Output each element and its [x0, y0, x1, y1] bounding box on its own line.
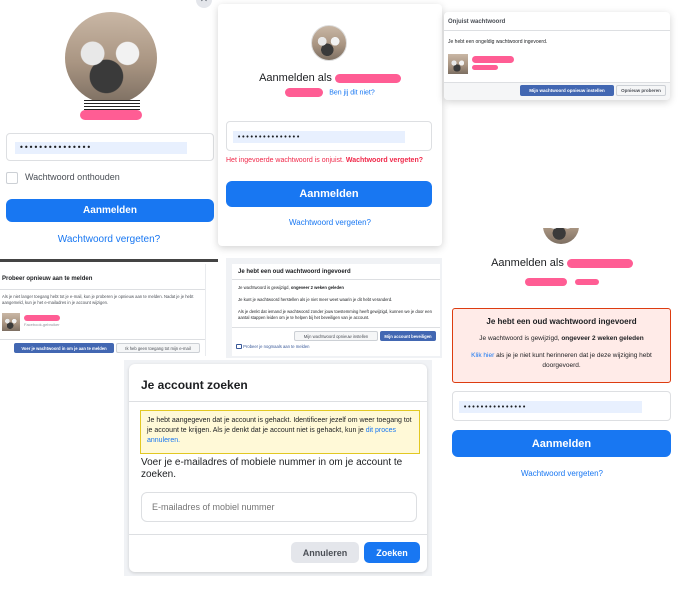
redacted-name-2	[285, 88, 324, 97]
redacted-name	[24, 315, 60, 321]
retry-link[interactable]: Probeer je nogmaals aan te melden	[236, 344, 310, 350]
login-as-label: Aanmelden als	[491, 257, 564, 269]
dialog-title: Probeer opnieuw aan te melden	[2, 276, 93, 282]
login-panel-1: ✕ ••••••••••••••• Wachtwoord onthouden A…	[0, 0, 218, 262]
redacted-name-2	[524, 277, 567, 286]
alert-changed-line: Je wachtwoord is gewijzigd, ongeveer 2 w…	[479, 335, 644, 342]
user-subtitle: Facebook-gebruiker	[24, 322, 60, 327]
dialog-title: Je hebt een oud wachtwoord ingevoerd	[238, 269, 351, 275]
redacted-name-3	[575, 278, 600, 285]
retry-button[interactable]: Opnieuw proberen	[616, 85, 666, 96]
login-button[interactable]: Aanmelden	[452, 430, 671, 457]
reset-password-button[interactable]: Mijn wachtwoord opnieuw instellen	[520, 85, 614, 96]
password-input[interactable]: •••••••••••••••	[226, 121, 432, 151]
profile-avatar	[448, 54, 468, 74]
find-account-dialog: Je account zoeken Je hebt aangegeven dat…	[129, 364, 427, 572]
dialog-title: Je account zoeken	[141, 378, 248, 392]
find-account-bg: Je account zoeken Je hebt aangegeven dat…	[124, 360, 432, 576]
profile-avatar	[2, 313, 20, 331]
profile-avatar	[543, 228, 579, 244]
redacted-name-2	[472, 65, 498, 70]
remember-label: Wachtwoord onthouden	[25, 172, 120, 182]
login-button[interactable]: Aanmelden	[226, 181, 432, 207]
cancel-button[interactable]: Annuleren	[291, 542, 359, 563]
click-here-link[interactable]: Klik hier	[471, 352, 494, 359]
error-message: Het ingevoerde wachtwoord is onjuist. Wa…	[226, 157, 423, 164]
retry-icon	[236, 344, 242, 350]
forgot-password-link[interactable]: Wachtwoord vergeten?	[450, 469, 674, 478]
forgot-password-link[interactable]: Wachtwoord vergeten?	[0, 234, 218, 245]
alert-title: Je hebt een oud wachtwoord ingevoerd	[486, 317, 637, 326]
try-login-again-dialog: Probeer opnieuw aan te melden Als je nie…	[0, 264, 206, 356]
dialog-body: Als je niet langer toegang hebt tot je e…	[2, 294, 194, 305]
use-password-button[interactable]: Voer je wachtwoord in om je aan te melde…	[14, 343, 114, 353]
old-password-dialog-bg: Je hebt een oud wachtwoord ingevoerd Je …	[226, 258, 442, 358]
profile-avatar	[65, 12, 157, 104]
login-panel-2: Aanmelden als Ben jij dit niet? ••••••••…	[218, 4, 442, 246]
forgot-password-link[interactable]: Wachtwoord vergeten?	[218, 218, 442, 227]
email-or-phone-input[interactable]	[141, 492, 417, 522]
login-as-label: Aanmelden als	[259, 72, 332, 84]
search-prompt: Voer je e-mailadres of mobiele nummer in…	[141, 457, 403, 480]
old-password-dialog: Je hebt een oud wachtwoord ingevoerd Je …	[232, 264, 440, 356]
not-you-link[interactable]: Ben jij dit niet?	[329, 89, 375, 96]
password-input[interactable]: •••••••••••••••	[6, 133, 214, 161]
reset-password-button[interactable]: Mijn wachtwoord opnieuw instellen	[294, 331, 378, 341]
alert-help-line: Klik hier als je je niet kunt herinneren…	[471, 352, 652, 369]
error-forgot-link[interactable]: Wachtwoord vergeten?	[346, 157, 423, 164]
profile-avatar	[311, 25, 347, 61]
hacked-notice: Je hebt aangegeven dat je account is geh…	[140, 410, 420, 454]
password-input[interactable]: •••••••••••••••	[452, 391, 671, 421]
dialog-title: Onjuist wachtwoord	[448, 19, 506, 25]
redacted-name	[472, 56, 514, 63]
avatar-shadow	[84, 100, 140, 110]
redacted-name	[80, 110, 142, 120]
secure-account-button[interactable]: Mijn account beveiligen	[380, 331, 436, 341]
login-panel-old-password: Aanmelden als Je hebt een oud wachtwoord…	[450, 228, 674, 488]
changed-line: Je wachtwoord is gewijzigd, ongeveer 2 w…	[238, 285, 344, 290]
divider	[0, 259, 218, 262]
old-password-alert: Je hebt een oud wachtwoord ingevoerd Je …	[452, 308, 671, 383]
close-icon[interactable]: ✕	[196, 0, 212, 8]
dialog-body: Je hebt een ongeldig wachtwoord ingevoer…	[448, 39, 548, 45]
recover-line: Je kunt je wachtwoord herstellen als je …	[238, 297, 393, 302]
no-email-access-button[interactable]: Ik heb geen toegang tot mijn e-mail	[116, 343, 200, 353]
remember-checkbox[interactable]	[6, 172, 18, 184]
secure-line: Als je denkt dat iemand je wachtwoord zo…	[238, 309, 432, 320]
redacted-name	[566, 258, 633, 268]
redacted-name	[334, 73, 401, 83]
search-button[interactable]: Zoeken	[364, 542, 420, 563]
login-button[interactable]: Aanmelden	[6, 199, 214, 222]
incorrect-password-dialog: Onjuist wachtwoord Je hebt een ongeldig …	[444, 12, 670, 100]
